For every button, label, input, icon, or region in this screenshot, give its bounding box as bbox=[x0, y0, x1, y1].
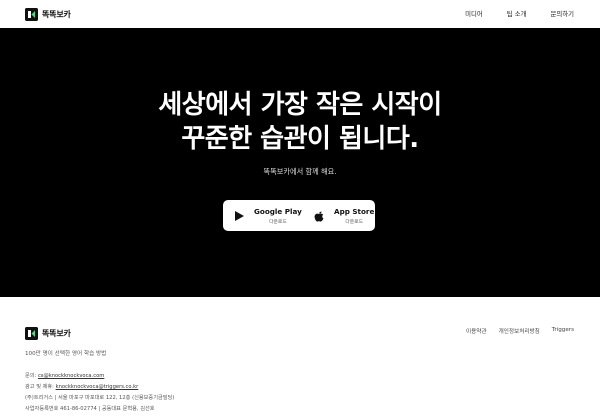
brand-logo[interactable]: 똑똑보카 bbox=[25, 7, 71, 21]
hero-title-line-1: 세상에서 가장 작은 시작이 bbox=[158, 90, 442, 120]
footer-ads-row: 광고 및 제휴: knockknockvoca@triggers.co.kr bbox=[25, 382, 174, 393]
hero-title-line-2: 꾸준한 습관이 됩니다. bbox=[181, 124, 419, 154]
nav-item-tips[interactable]: 팁 소개 bbox=[507, 9, 527, 18]
google-play-text: Google Play 다운로드 bbox=[254, 207, 302, 225]
footer-logo-icon bbox=[25, 327, 38, 340]
footer-links: 이용약관 개인정보처리방침 Triggers bbox=[454, 327, 574, 335]
footer-info: 문의: cs@knockknockvoca.com 광고 및 제휴: knock… bbox=[25, 371, 174, 415]
footer-contact-row: 문의: cs@knockknockvoca.com bbox=[25, 371, 174, 382]
hero-subtitle: 똑똑보카에서 함께 해요. bbox=[263, 167, 337, 176]
top-header: 똑똑보카 미디어 팁 소개 문의하기 bbox=[0, 0, 600, 28]
app-store-button[interactable]: App Store 다운로드 bbox=[303, 200, 375, 231]
footer: 똑똑보카 100만 명이 선택한 영어 학습 방법 이용약관 개인정보처리방침 … bbox=[0, 297, 600, 418]
app-store-label: App Store bbox=[334, 206, 375, 216]
apple-icon bbox=[312, 209, 326, 223]
footer-link-privacy[interactable]: 개인정보처리방침 bbox=[499, 327, 540, 335]
footer-address: (주)트리거스 | 서울 마포구 마포대로 122, 12층 (신용보증기금빌딩… bbox=[25, 395, 175, 401]
footer-link-triggers[interactable]: Triggers bbox=[552, 327, 574, 335]
footer-contact-label: 문의: bbox=[25, 373, 37, 379]
brand-name: 똑똑보카 bbox=[42, 9, 71, 19]
nav-item-media[interactable]: 미디어 bbox=[465, 9, 483, 18]
nav-item-contact[interactable]: 문의하기 bbox=[550, 9, 574, 18]
footer-link-terms[interactable]: 이용약관 bbox=[466, 327, 487, 335]
footer-ads-label: 광고 및 제휴: bbox=[25, 384, 54, 390]
footer-brand-logo[interactable]: 똑똑보카 bbox=[25, 327, 71, 340]
top-nav: 미디어 팁 소개 문의하기 bbox=[441, 9, 574, 18]
hero-section: 세상에서 가장 작은 시작이 꾸준한 습관이 됩니다. 똑똑보카에서 함께 해요… bbox=[0, 28, 600, 297]
google-play-label: Google Play bbox=[254, 206, 302, 216]
footer-tagline: 100만 명이 선택한 영어 학습 방법 bbox=[25, 351, 107, 357]
footer-brand-name: 똑똑보카 bbox=[42, 329, 71, 338]
google-play-sub: 다운로드 bbox=[269, 219, 287, 225]
footer-business-info: 사업자등록번호 461-86-02774 | 공동대표 문혁용, 김선호 bbox=[25, 406, 155, 412]
footer-ads-email[interactable]: knockknockvoca@triggers.co.kr bbox=[56, 384, 139, 390]
footer-contact-email[interactable]: cs@knockknockvoca.com bbox=[38, 373, 104, 379]
brand-logo-icon bbox=[25, 7, 38, 21]
app-store-text: App Store 다운로드 bbox=[334, 207, 374, 225]
hero-title: 세상에서 가장 작은 시작이 꾸준한 습관이 됩니다. bbox=[0, 88, 600, 156]
play-icon bbox=[232, 209, 246, 223]
app-store-sub: 다운로드 bbox=[345, 219, 363, 225]
